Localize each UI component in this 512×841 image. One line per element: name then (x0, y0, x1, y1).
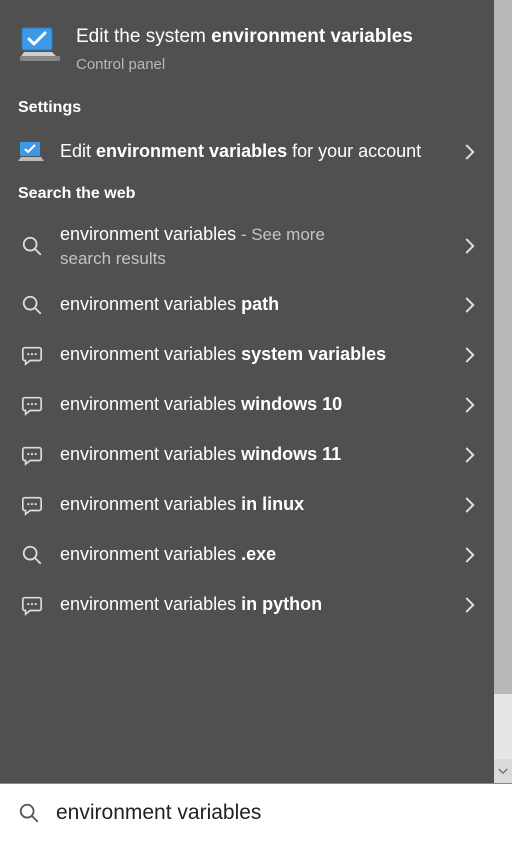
section-header-web: Search the web (0, 177, 494, 213)
best-match-item[interactable]: Edit the system environment variables Co… (0, 0, 494, 91)
best-match-subtitle: Control panel (76, 56, 474, 73)
search-results-panel: Edit the system environment variables Co… (0, 0, 494, 783)
search-icon (18, 291, 46, 319)
search-icon (18, 232, 46, 260)
web-result-item[interactable]: environment variables windows 10 (0, 380, 494, 430)
section-header-settings: Settings (0, 91, 494, 127)
chevron-right-icon[interactable] (460, 236, 480, 256)
scrollbar-down-button[interactable] (494, 759, 512, 783)
settings-result-item[interactable]: Edit environment variables for your acco… (0, 127, 494, 177)
web-result-item[interactable]: environment variables in python (0, 580, 494, 630)
scrollbar[interactable] (494, 0, 512, 783)
chevron-right-icon[interactable] (460, 295, 480, 315)
web-result-text: environment variables in python (60, 593, 446, 616)
best-match-title: Edit the system environment variables (76, 24, 474, 50)
web-result-text: environment variables system variables (60, 343, 446, 366)
scrollbar-thumb[interactable] (494, 0, 512, 694)
chevron-right-icon[interactable] (460, 345, 480, 365)
monitor-small-icon (18, 138, 46, 166)
settings-result-text: Edit environment variables for your acco… (60, 140, 446, 163)
chat-icon (18, 391, 46, 419)
web-result-text: environment variables - See moresearch r… (60, 223, 446, 270)
chevron-right-icon[interactable] (460, 445, 480, 465)
search-input[interactable] (56, 801, 496, 825)
web-result-text: environment variables windows 11 (60, 443, 446, 466)
search-bar (0, 783, 512, 841)
web-result-item[interactable]: environment variables windows 11 (0, 430, 494, 480)
chevron-right-icon[interactable] (460, 545, 480, 565)
search-icon (18, 541, 46, 569)
chevron-right-icon[interactable] (460, 595, 480, 615)
monitor-checkmark-icon (20, 26, 60, 64)
chat-icon (18, 591, 46, 619)
chat-icon (18, 491, 46, 519)
chevron-right-icon[interactable] (460, 495, 480, 515)
chevron-right-icon[interactable] (460, 142, 480, 162)
web-result-item[interactable]: environment variables system variables (0, 330, 494, 380)
chat-icon (18, 441, 46, 469)
web-result-item[interactable]: environment variables .exe (0, 530, 494, 580)
web-result-item[interactable]: environment variables path (0, 280, 494, 330)
web-result-text: environment variables path (60, 293, 446, 316)
web-result-item[interactable]: environment variables in linux (0, 480, 494, 530)
web-result-text: environment variables windows 10 (60, 393, 446, 416)
web-result-text: environment variables in linux (60, 493, 446, 516)
chevron-right-icon[interactable] (460, 395, 480, 415)
search-icon (16, 800, 42, 826)
best-match-text: Edit the system environment variables Co… (76, 24, 474, 73)
web-result-text: environment variables .exe (60, 543, 446, 566)
chat-icon (18, 341, 46, 369)
web-result-item[interactable]: environment variables - See moresearch r… (0, 213, 494, 280)
